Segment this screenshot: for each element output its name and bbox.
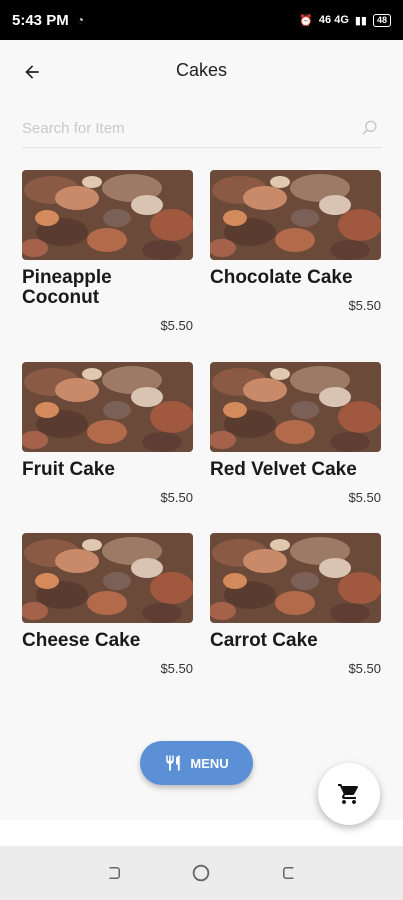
item-card[interactable]: Chocolate Cake $5.50 — [210, 170, 381, 313]
cake-image — [22, 170, 193, 260]
search-icon[interactable] — [360, 118, 380, 138]
status-time: 5:43 PM — [12, 11, 69, 29]
item-price: $5.50 — [160, 318, 193, 333]
search-input[interactable] — [22, 120, 342, 137]
item-price: $5.50 — [348, 490, 381, 505]
recent-apps-icon — [109, 867, 120, 879]
item-card[interactable]: Pineapple Coconut $5.50 — [22, 170, 193, 333]
menu-label: MENU — [190, 755, 229, 771]
menu-button[interactable]: MENU — [140, 741, 253, 785]
recent-apps-button[interactable] — [102, 861, 126, 885]
cake-image — [22, 533, 193, 623]
app-bar: Cakes — [0, 40, 403, 102]
search-bar — [22, 110, 382, 148]
item-name: Red Velvet Cake — [210, 459, 357, 480]
alarm-icon: ⏰ — [299, 14, 313, 27]
cake-image — [22, 362, 193, 452]
item-card[interactable]: Fruit Cake $5.50 — [22, 362, 193, 505]
item-name: Carrot Cake — [210, 630, 318, 651]
status-bar: 5:43 PM ◔ ⏰ 46 4G ▮▮ 48 — [0, 0, 403, 40]
cake-image — [210, 362, 381, 452]
item-card[interactable]: Cheese Cake $5.50 — [22, 533, 193, 676]
page-title: Cakes — [175, 60, 228, 80]
home-icon — [193, 864, 210, 882]
item-price: $5.50 — [348, 661, 381, 676]
system-nav-bar — [0, 846, 403, 900]
item-card[interactable]: Carrot Cake $5.50 — [210, 533, 381, 676]
restaurant-icon — [166, 755, 181, 771]
item-price: $5.50 — [348, 298, 381, 313]
battery-level: 48 — [376, 15, 387, 25]
status-icons: ⏰ 46 4G ▮▮ 48 — [299, 13, 391, 27]
home-button[interactable] — [189, 861, 213, 885]
item-name: Pineapple Coconut — [22, 267, 112, 308]
item-name: Chocolate Cake — [210, 267, 353, 288]
back-nav-button[interactable] — [277, 861, 301, 885]
back-icon — [283, 867, 294, 879]
cake-image — [210, 533, 381, 623]
signal-icon: ▮▮ — [354, 14, 367, 27]
item-card[interactable]: Red Velvet Cake $5.50 — [210, 362, 381, 505]
battery-icon: 48 — [372, 13, 391, 27]
signal-text: 46 4G — [318, 14, 349, 26]
cart-icon — [338, 784, 359, 804]
item-price: $5.50 — [160, 490, 193, 505]
data-saver-icon: ◔ — [76, 13, 84, 27]
item-name: Fruit Cake — [22, 459, 115, 480]
cake-image — [210, 170, 381, 260]
item-name: Cheese Cake — [22, 630, 141, 651]
cart-button[interactable] — [318, 763, 380, 825]
item-price: $5.50 — [160, 661, 193, 676]
